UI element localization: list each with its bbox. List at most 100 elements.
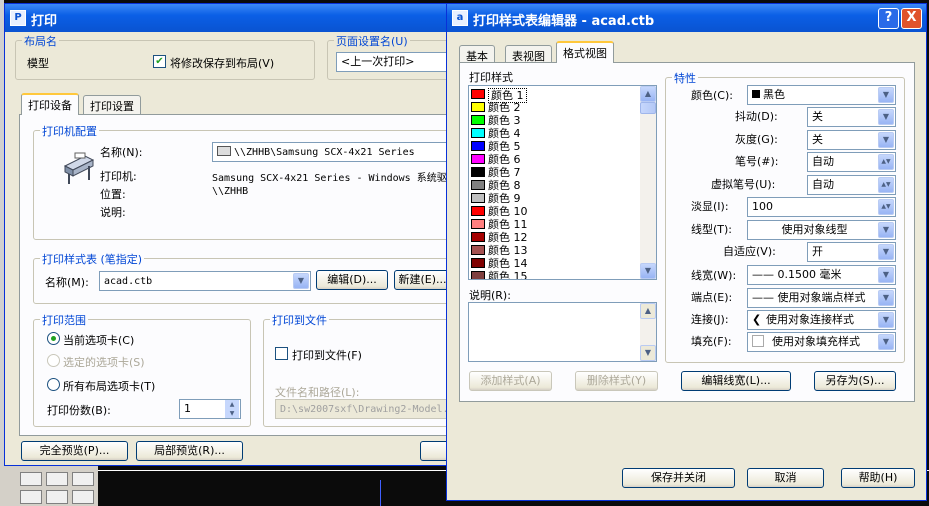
toolbar-icon[interactable] [46,490,68,504]
chevron-down-icon[interactable]: ▼ [878,244,894,260]
layout-name-group-title: 布局名 [22,33,59,49]
plot-style-item[interactable]: 颜色 9 [471,192,639,205]
delete-style-button[interactable]: 删除样式(Y) [575,371,658,391]
virtual-pen-stepper[interactable]: 自动 ▲▼ [807,175,896,195]
screening-stepper[interactable]: 100 ▲▼ [747,197,896,217]
chevron-down-icon[interactable]: ▼ [878,109,894,125]
plot-style-item[interactable]: 颜色 5 [471,140,639,153]
range-all-label[interactable]: 所有布局选项卡(T) [63,378,155,394]
printer-name-select[interactable]: \\ZHHB\Samsung SCX-4x21 Series [212,142,451,162]
scroll-thumb[interactable] [640,102,656,114]
grayscale-select[interactable]: 关 ▼ [807,130,896,150]
plot-style-item[interactable]: 颜色 3 [471,114,639,127]
range-current-radio[interactable] [47,332,60,345]
pen-label: 笔号(#): [735,155,779,168]
range-selected-radio[interactable] [47,354,60,367]
plot-style-label: 颜色 10 [488,205,528,218]
color-select[interactable]: 黑色 ▼ [747,85,896,105]
plot-style-item[interactable]: 颜色 2 [471,101,639,114]
description-box[interactable]: ▲ ▼ [468,302,657,362]
scroll-up-icon[interactable]: ▲ [640,303,656,319]
plot-style-item[interactable]: 颜色 7 [471,166,639,179]
scroll-down-icon[interactable]: ▼ [640,263,656,279]
chevron-down-icon[interactable]: ▼ [293,273,309,289]
range-current-label[interactable]: 当前选项卡(C) [63,332,134,348]
style-table-select[interactable]: acad.ctb ▼ [99,271,311,291]
plot-style-item[interactable]: 颜色 14 [471,257,639,270]
save-as-button[interactable]: 另存为(S)... [814,371,896,391]
chevron-down-icon[interactable]: ▼ [878,87,894,103]
style-editor-titlebar[interactable]: a 打印样式表编辑器 - acad.ctb ? X [447,4,926,32]
add-style-button[interactable]: 添加样式(A) [469,371,552,391]
plot-style-item[interactable]: 颜色 1 [471,88,639,103]
scroll-down-icon[interactable]: ▼ [640,345,656,361]
stepper-icon[interactable]: ▲▼ [878,199,894,215]
plot-to-file-checkbox[interactable] [275,347,288,360]
toolbar-icon[interactable] [72,490,94,504]
dither-select[interactable]: 关 ▼ [807,107,896,127]
toolbar-icon[interactable] [46,472,68,486]
plot-style-label: 颜色 3 [488,114,521,127]
stepper-icon[interactable]: ▲▼ [878,177,894,193]
color-swatch [471,245,485,255]
plot-dialog-titlebar[interactable]: P 打印 [5,4,449,32]
tab-form-view[interactable]: 格式视图 [556,41,614,63]
toolbar-icon[interactable] [72,472,94,486]
pen-stepper[interactable]: 自动 ▲▼ [807,152,896,172]
plot-styles-list[interactable]: 颜色 1 颜色 2 颜色 3 颜色 4 颜色 5 颜色 6 颜色 7 颜色 8 颜色 9 颜色 1… [468,85,657,280]
joinstyle-select[interactable]: ❮ 使用对象连接样式 ▼ [747,310,896,330]
save-and-close-button[interactable]: 保存并关闭 [622,468,735,488]
full-preview-button[interactable]: 完全预览(P)... [21,441,128,461]
plot-style-item[interactable]: 颜色 12 [471,231,639,244]
scroll-up-icon[interactable]: ▲ [640,86,656,102]
range-selected-label[interactable]: 选定的选项卡(S) [63,354,145,370]
help-icon[interactable]: ? [878,8,899,29]
stepper-icon[interactable]: ▲▼ [878,154,894,170]
plot-style-item[interactable]: 颜色 6 [471,153,639,166]
chevron-down-icon[interactable]: ▼ [878,312,894,328]
endstyle-select[interactable]: —— 使用对象端点样式 ▼ [747,288,896,308]
plot-to-file-label[interactable]: 打印到文件(F) [292,347,362,363]
file-path-input[interactable]: D:\sw2007sxf\Drawing2-Model. [275,399,451,419]
plot-style-item[interactable]: 颜色 8 [471,179,639,192]
plot-style-item[interactable]: 颜色 15 [471,270,639,279]
plotter-icon [61,152,95,186]
description-scrollbar[interactable]: ▲ ▼ [640,303,656,361]
lineweight-select[interactable]: —— 0.1500 毫米 ▼ [747,265,896,285]
copies-stepper[interactable]: 1 ▲ ▼ [179,399,241,419]
chevron-down-icon[interactable]: ▼ [878,132,894,148]
linetype-select[interactable]: 使用对象线型 ▼ [747,220,896,240]
close-icon[interactable]: X [901,8,922,29]
save-to-layout-label[interactable]: 将修改保存到布局(V) [170,55,274,71]
cad-drawing-line [380,480,381,506]
chevron-down-icon[interactable]: ▼ [878,267,894,283]
tab-plot-device[interactable]: 打印设备 [21,93,79,115]
chevron-down-icon[interactable]: ▼ [878,290,894,306]
stepper-up-icon[interactable]: ▲ [225,400,239,409]
chevron-down-icon[interactable]: ▼ [878,222,894,238]
new-style-button[interactable]: 新建(E)... [394,270,451,290]
adaptive-select[interactable]: 开 ▼ [807,242,896,262]
help-button[interactable]: 帮助(H) [841,468,915,488]
save-to-layout-checkbox[interactable]: ✔ [153,55,166,68]
styles-scrollbar[interactable]: ▲ ▼ [640,86,656,279]
plot-style-label: 颜色 9 [488,192,521,205]
fillstyle-select[interactable]: 使用对象填充样式 ▼ [747,332,896,352]
plot-style-item[interactable]: 颜色 4 [471,127,639,140]
edit-style-button[interactable]: 编辑(D)... [316,270,388,290]
plot-style-label: 颜色 7 [488,166,521,179]
cancel-button[interactable]: 取消 [747,468,824,488]
tab-plot-settings[interactable]: 打印设置 [83,95,141,115]
chevron-down-icon[interactable]: ▼ [878,334,894,350]
screening-label: 淡显(I): [691,200,729,213]
plot-style-item[interactable]: 颜色 13 [471,244,639,257]
page-setup-select[interactable]: <上一次打印> [336,52,451,72]
partial-preview-button[interactable]: 局部预览(R)... [136,441,243,461]
toolbar-icon[interactable] [20,490,42,504]
plot-style-item[interactable]: 颜色 11 [471,218,639,231]
toolbar-icon[interactable] [20,472,42,486]
edit-lineweights-button[interactable]: 编辑线宽(L)... [681,371,791,391]
range-all-radio[interactable] [47,378,60,391]
plot-style-item[interactable]: 颜色 10 [471,205,639,218]
stepper-down-icon[interactable]: ▼ [225,409,239,418]
